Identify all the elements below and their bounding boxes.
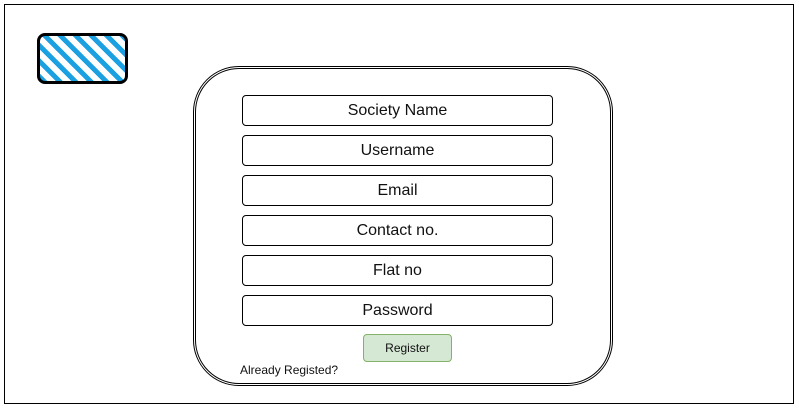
- society-name-input[interactable]: Society Name: [242, 95, 553, 126]
- register-button[interactable]: Register: [363, 334, 452, 362]
- password-input[interactable]: Password: [242, 295, 553, 326]
- flat-no-input[interactable]: Flat no: [242, 255, 553, 286]
- contact-input[interactable]: Contact no.: [242, 215, 553, 246]
- already-registered-link[interactable]: Already Registed?: [240, 363, 338, 377]
- email-input[interactable]: Email: [242, 175, 553, 206]
- logo-placeholder-image: [37, 33, 128, 84]
- username-input[interactable]: Username: [242, 135, 553, 166]
